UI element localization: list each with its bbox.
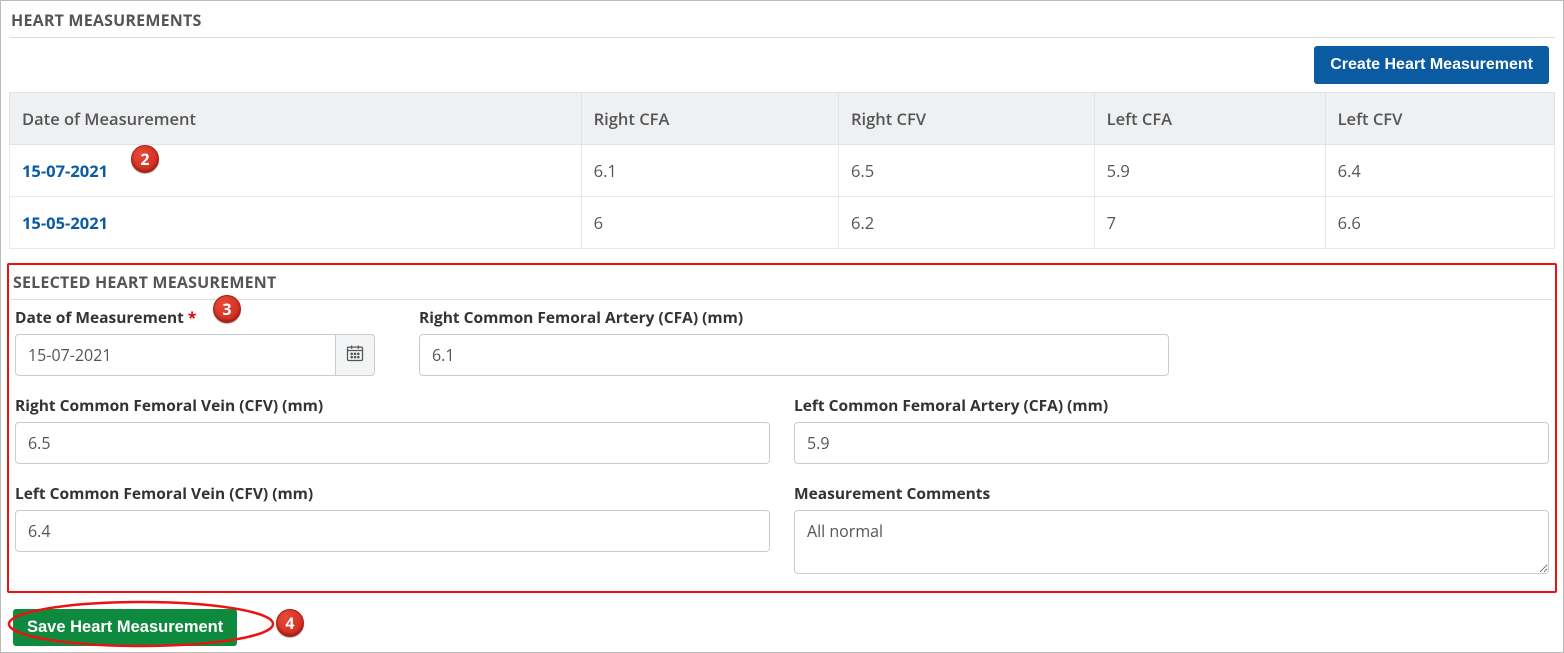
lcfa-input[interactable]: [794, 422, 1549, 464]
field-rcfa: Right Common Femoral Artery (CFA) (mm): [419, 306, 1169, 376]
section-title-selected: SELECTED HEART MEASUREMENT: [11, 269, 1553, 300]
label-date: Date of Measurement *: [15, 306, 395, 328]
date-picker-button[interactable]: [336, 334, 375, 376]
save-heart-measurement-button[interactable]: Save Heart Measurement: [13, 609, 237, 646]
lcfv-input[interactable]: [15, 510, 770, 552]
label-comments: Measurement Comments: [794, 482, 1549, 504]
label-lcfv: Left Common Femoral Vein (CFV) (mm): [15, 482, 770, 504]
cell-lcfv: 6.6: [1325, 197, 1554, 249]
label-lcfa: Left Common Femoral Artery (CFA) (mm): [794, 394, 1549, 416]
required-asterisk: *: [188, 306, 196, 328]
label-rcfa: Right Common Femoral Artery (CFA) (mm): [419, 306, 1169, 328]
cell-lcfa: 7: [1094, 197, 1325, 249]
field-lcfa: Left Common Femoral Artery (CFA) (mm): [794, 394, 1549, 464]
field-date: Date of Measurement *: [15, 306, 395, 376]
rcfa-input[interactable]: [419, 334, 1169, 376]
selected-heart-measurement-section: SELECTED HEART MEASUREMENT Date of Measu…: [9, 265, 1555, 591]
measurement-date-link[interactable]: 15-07-2021: [22, 159, 108, 182]
field-comments: Measurement Comments: [794, 482, 1549, 579]
table-row: 15-05-2021 6 6.2 7 6.6: [10, 197, 1555, 249]
cell-rcfa: 6.1: [581, 145, 838, 197]
comments-textarea[interactable]: [794, 510, 1549, 574]
cell-rcfv: 6.2: [838, 197, 1094, 249]
col-header-date: Date of Measurement: [10, 93, 582, 145]
measurement-date-link[interactable]: 15-05-2021: [22, 211, 108, 234]
cell-lcfv: 6.4: [1325, 145, 1554, 197]
field-lcfv: Left Common Femoral Vein (CFV) (mm): [15, 482, 770, 579]
table-row: 15-07-2021 6.1 6.5 5.9 6.4: [10, 145, 1555, 197]
col-header-rcfa: Right CFA: [581, 93, 838, 145]
cell-rcfa: 6: [581, 197, 838, 249]
col-header-lcfv: Left CFV: [1325, 93, 1554, 145]
label-date-text: Date of Measurement: [15, 306, 184, 328]
date-input[interactable]: [15, 334, 336, 376]
rcfv-input[interactable]: [15, 422, 770, 464]
calendar-icon: [345, 343, 365, 368]
label-rcfv: Right Common Femoral Vein (CFV) (mm): [15, 394, 770, 416]
annotation-badge-4: 4: [276, 609, 304, 637]
section-title-heart-measurements: HEART MEASUREMENTS: [9, 7, 1555, 38]
create-button-row: Create Heart Measurement: [9, 44, 1555, 92]
field-rcfv: Right Common Femoral Vein (CFV) (mm): [15, 394, 770, 464]
save-area: Save Heart Measurement: [13, 609, 237, 646]
heart-measurements-page: 2 3 4 HEART MEASUREMENTS Create Heart Me…: [0, 0, 1564, 653]
cell-lcfa: 5.9: [1094, 145, 1325, 197]
cell-rcfv: 6.5: [838, 145, 1094, 197]
col-header-rcfv: Right CFV: [838, 93, 1094, 145]
measurements-table: Date of Measurement Right CFA Right CFV …: [9, 92, 1555, 249]
create-heart-measurement-button[interactable]: Create Heart Measurement: [1314, 46, 1549, 84]
col-header-lcfa: Left CFA: [1094, 93, 1325, 145]
